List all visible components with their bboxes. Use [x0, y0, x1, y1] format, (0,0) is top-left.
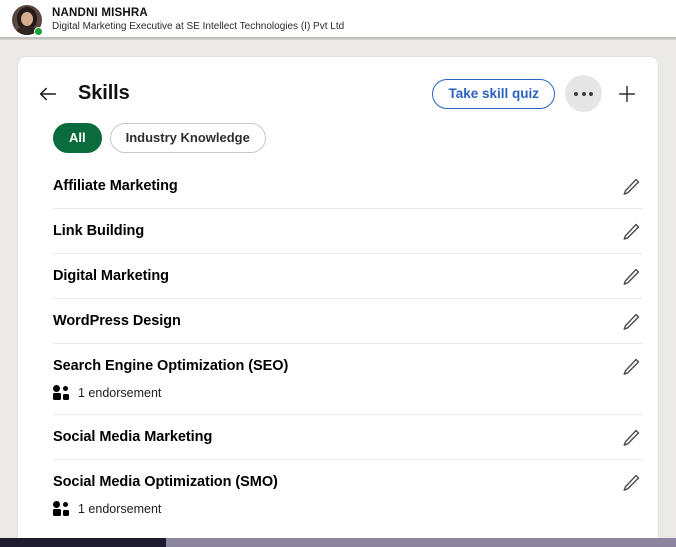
card-header: Skills Take skill quiz — [18, 57, 658, 114]
ellipsis-icon[interactable] — [565, 75, 602, 112]
skill-name: WordPress Design — [53, 313, 181, 329]
bottom-progress-strip — [0, 538, 676, 547]
avatar[interactable] — [12, 5, 43, 36]
skill-name: Link Building — [53, 223, 145, 239]
people-icon-body-front — [53, 393, 61, 400]
page-title: Skills — [78, 82, 130, 104]
skill-row[interactable]: Social Media Optimization (SMO) 1 endors… — [53, 459, 642, 530]
profile-headline: Digital Marketing Executive at SE Intell… — [52, 21, 345, 33]
page-background: Skills Take skill quiz All Industry Know… — [0, 43, 676, 547]
skill-row[interactable]: Affiliate Marketing — [53, 162, 642, 208]
skill-list: Affiliate Marketing Link Building Digita… — [18, 162, 658, 530]
people-icon — [53, 501, 70, 516]
pencil-icon[interactable] — [620, 176, 642, 198]
pencil-icon[interactable] — [620, 311, 642, 333]
online-status-dot — [34, 27, 43, 36]
pencil-icon[interactable] — [620, 221, 642, 243]
pencil-icon[interactable] — [620, 427, 642, 449]
people-icon-body-back — [63, 510, 69, 516]
people-icon — [53, 385, 70, 400]
ellipsis-dot-1 — [574, 91, 578, 96]
people-icon-head-front — [53, 501, 60, 508]
back-arrow-icon[interactable] — [35, 81, 61, 107]
filter-pill-group: All Industry Knowledge — [18, 114, 658, 153]
skill-name: Social Media Optimization (SMO) — [53, 474, 278, 490]
endorsement-count: 1 endorsement — [78, 501, 162, 516]
take-skill-quiz-button[interactable]: Take skill quiz — [432, 78, 555, 109]
skill-row[interactable]: Search Engine Optimization (SEO) 1 endor… — [53, 343, 642, 414]
filter-pill-industry-knowledge[interactable]: Industry Knowledge — [109, 123, 266, 153]
ellipsis-dot-3 — [589, 91, 593, 96]
people-icon-head-front — [53, 385, 60, 392]
plus-icon[interactable] — [611, 78, 643, 110]
skill-name: Search Engine Optimization (SEO) — [53, 358, 289, 374]
skill-row[interactable]: Social Media Marketing — [53, 414, 642, 459]
endorsement-row[interactable]: 1 endorsement — [53, 385, 602, 400]
skill-row[interactable]: WordPress Design — [53, 298, 642, 343]
bottom-progress-fill — [0, 538, 166, 547]
skill-name: Affiliate Marketing — [53, 178, 178, 194]
skills-card: Skills Take skill quiz All Industry Know… — [17, 56, 659, 547]
skill-row[interactable]: Digital Marketing — [53, 253, 642, 298]
pencil-icon[interactable] — [620, 266, 642, 288]
profile-name: NANDNI MISHRA — [52, 7, 148, 20]
endorsement-row[interactable]: 1 endorsement — [53, 501, 602, 516]
people-icon-head-back — [63, 502, 68, 507]
skill-row[interactable]: Link Building — [53, 208, 642, 253]
profile-text: NANDNI MISHRA Digital Marketing Executiv… — [52, 6, 344, 34]
filter-pill-all[interactable]: All — [53, 123, 102, 153]
people-icon-head-back — [63, 386, 68, 391]
pencil-icon[interactable] — [620, 472, 642, 494]
avatar-face — [21, 12, 33, 26]
skill-name: Social Media Marketing — [53, 429, 213, 445]
profile-header-bar: NANDNI MISHRA Digital Marketing Executiv… — [0, 0, 676, 40]
endorsement-count: 1 endorsement — [78, 385, 162, 400]
ellipsis-dot-2 — [581, 91, 586, 96]
people-icon-body-back — [63, 394, 69, 400]
people-icon-body-front — [53, 509, 61, 516]
pencil-icon[interactable] — [620, 356, 642, 378]
skill-name: Digital Marketing — [53, 268, 169, 284]
